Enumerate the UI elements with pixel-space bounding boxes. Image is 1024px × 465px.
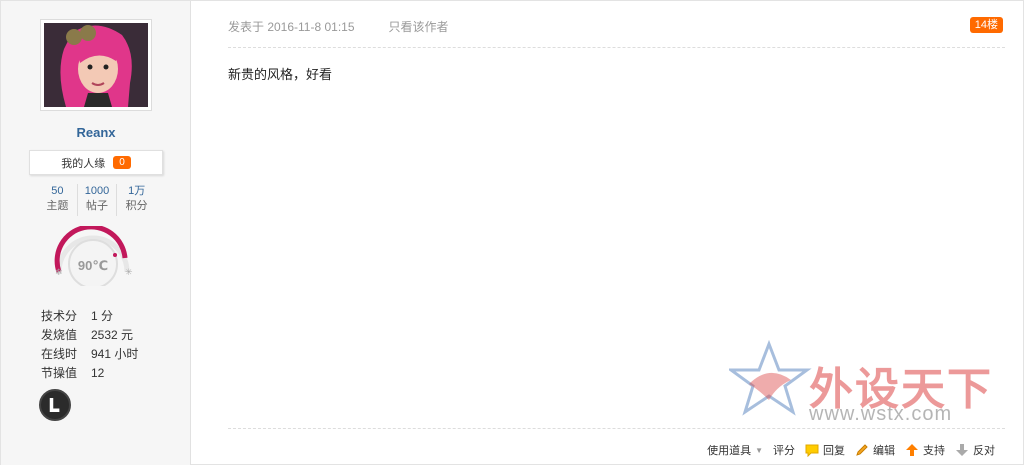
- level-badge-icon[interactable]: [39, 389, 71, 421]
- divider: [228, 47, 1005, 48]
- edit-label: 编辑: [873, 445, 895, 457]
- relation-badge: 0: [113, 156, 131, 169]
- divider: [228, 428, 1005, 429]
- arrow-down-icon: [956, 444, 968, 456]
- relation-label: 我的人缘: [61, 157, 106, 170]
- forum-post: Reanx 我的人缘 0 50 主题 1000 帖子 1万 积分 ❄ ✳ 90℃…: [0, 0, 1024, 465]
- info-row: 技术分 1 分: [41, 307, 138, 326]
- stat-credits-value: 1万: [128, 185, 146, 197]
- stat-threads[interactable]: 50 主题: [38, 184, 78, 216]
- info-value: 1 分: [91, 309, 114, 323]
- info-key: 节操值: [41, 366, 78, 380]
- support-button[interactable]: 支持: [905, 442, 945, 458]
- post-actions: 使用道具 ▼ 评分 回复 编辑 支持 反对: [707, 442, 995, 458]
- temperature-value: 90℃: [77, 258, 109, 273]
- use-tools-label: 使用道具: [707, 445, 752, 457]
- stat-credits-label: 积分: [125, 200, 148, 212]
- info-value: 941 小时: [91, 347, 139, 361]
- username[interactable]: Reanx: [1, 125, 191, 140]
- post-meta: 发表于 2016-11-8 01:15 只看该作者: [228, 18, 449, 35]
- stat-credits[interactable]: 1万 积分: [117, 184, 156, 216]
- reply-label: 回复: [823, 445, 845, 457]
- oppose-label: 反对: [973, 445, 995, 457]
- user-stats: 50 主题 1000 帖子 1万 积分: [38, 184, 156, 216]
- use-tools-button[interactable]: 使用道具 ▼: [707, 442, 763, 458]
- author-sidebar: Reanx 我的人缘 0 50 主题 1000 帖子 1万 积分 ❄ ✳ 90℃…: [1, 1, 191, 465]
- floor-badge[interactable]: 14楼: [969, 17, 1003, 33]
- info-row: 发烧值 2532 元: [41, 326, 138, 345]
- info-key: 在线时: [41, 347, 78, 361]
- stat-posts[interactable]: 1000 帖子: [78, 184, 118, 216]
- user-info: 技术分 1 分 发烧值 2532 元 在线时 941 小时 节操值 12: [41, 307, 138, 383]
- only-author-link[interactable]: 只看该作者: [389, 18, 449, 35]
- speech-bubble-icon: [805, 444, 819, 457]
- info-key: 发烧值: [41, 328, 78, 342]
- watermark-url: www.wstx.com: [809, 403, 953, 425]
- reply-button[interactable]: 回复: [805, 442, 845, 458]
- stat-posts-value: 1000: [84, 185, 110, 197]
- temperature-gauge: ❄ ✳: [54, 226, 133, 286]
- post-date: 发表于 2016-11-8 01:15: [228, 20, 355, 34]
- avatar[interactable]: [40, 19, 152, 111]
- info-row: 在线时 941 小时: [41, 345, 138, 364]
- info-key: 技术分: [41, 309, 78, 323]
- chevron-down-icon: ▼: [755, 445, 763, 455]
- stat-posts-label: 帖子: [86, 200, 108, 212]
- rate-label: 评分: [773, 445, 795, 457]
- pencil-icon: [856, 444, 868, 456]
- rate-button[interactable]: 评分: [773, 442, 795, 458]
- oppose-button[interactable]: 反对: [955, 442, 995, 458]
- stat-threads-label: 主题: [46, 200, 69, 212]
- edit-button[interactable]: 编辑: [855, 442, 895, 458]
- relation-box[interactable]: 我的人缘 0: [29, 150, 163, 175]
- avatar-image: [44, 23, 148, 107]
- info-row: 节操值 12: [41, 364, 138, 383]
- support-label: 支持: [923, 445, 945, 457]
- post-content: 新贵的风格，好看: [228, 67, 333, 82]
- arrow-up-icon: [906, 444, 918, 456]
- info-value: 2532 元: [91, 328, 134, 342]
- stat-threads-value: 50: [51, 185, 64, 197]
- info-value: 12: [91, 366, 105, 380]
